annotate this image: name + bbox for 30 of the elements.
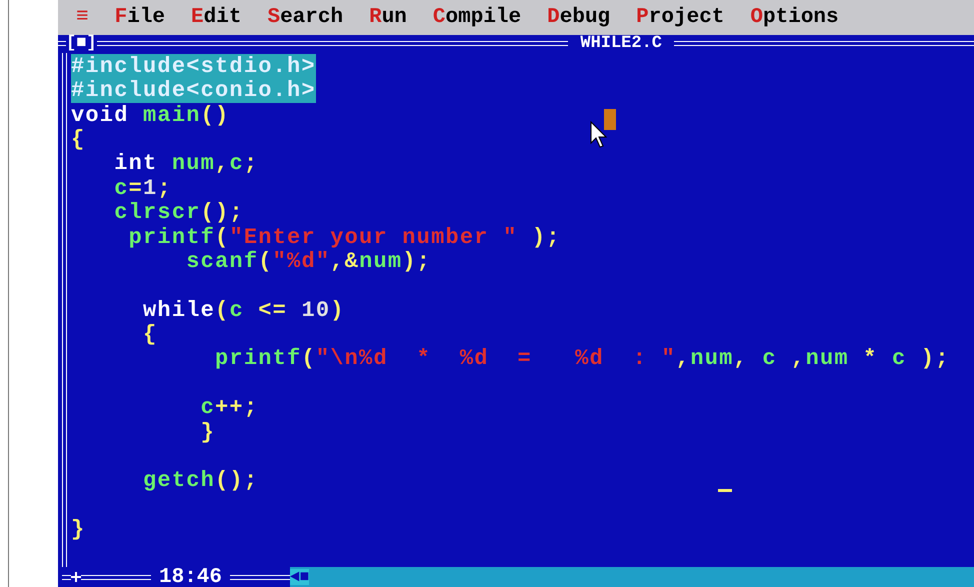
code-line: scanf("%d",&num); xyxy=(185,248,432,274)
underscore-cursor xyxy=(718,488,732,492)
code-line: c=1; xyxy=(113,176,172,201)
code-line: } xyxy=(200,420,216,445)
menu-item[interactable]: Options xyxy=(750,2,839,34)
horizontal-scrollbar[interactable]: ◄■ xyxy=(290,567,974,587)
clock-text: 18:46 xyxy=(158,566,224,587)
code-line: printf("Enter your number " ); xyxy=(128,224,561,250)
code-line: clrscr(); xyxy=(113,200,244,226)
code-line: c++; xyxy=(200,395,258,420)
menu-item[interactable]: Run xyxy=(369,2,407,34)
resize-corner-icon[interactable] xyxy=(71,572,81,582)
code-line: getch(); xyxy=(142,468,258,494)
menu-item[interactable]: Debug xyxy=(547,2,610,34)
close-box[interactable]: [■] xyxy=(66,35,97,52)
menu-item[interactable]: File xyxy=(114,2,166,34)
code-line: } xyxy=(71,517,86,542)
menu-item[interactable]: Search xyxy=(267,2,344,34)
code-line: void main() xyxy=(71,102,230,128)
menu-item[interactable]: Project xyxy=(636,2,724,34)
code-line: { xyxy=(142,322,158,348)
menu-item[interactable]: Edit xyxy=(191,2,242,34)
code-line: printf("\n%d * %d = %d : ",num, c ,num * c ); xyxy=(214,346,950,372)
code-line: int num,c; xyxy=(113,151,258,176)
menu-item[interactable]: Compile xyxy=(432,2,522,34)
window-title: WHILE2.C xyxy=(579,35,663,52)
text-cursor xyxy=(604,108,616,130)
code-line: while(c <= 10) xyxy=(142,298,345,323)
code-line: { xyxy=(71,126,86,152)
mouse-pointer-icon xyxy=(590,120,610,149)
